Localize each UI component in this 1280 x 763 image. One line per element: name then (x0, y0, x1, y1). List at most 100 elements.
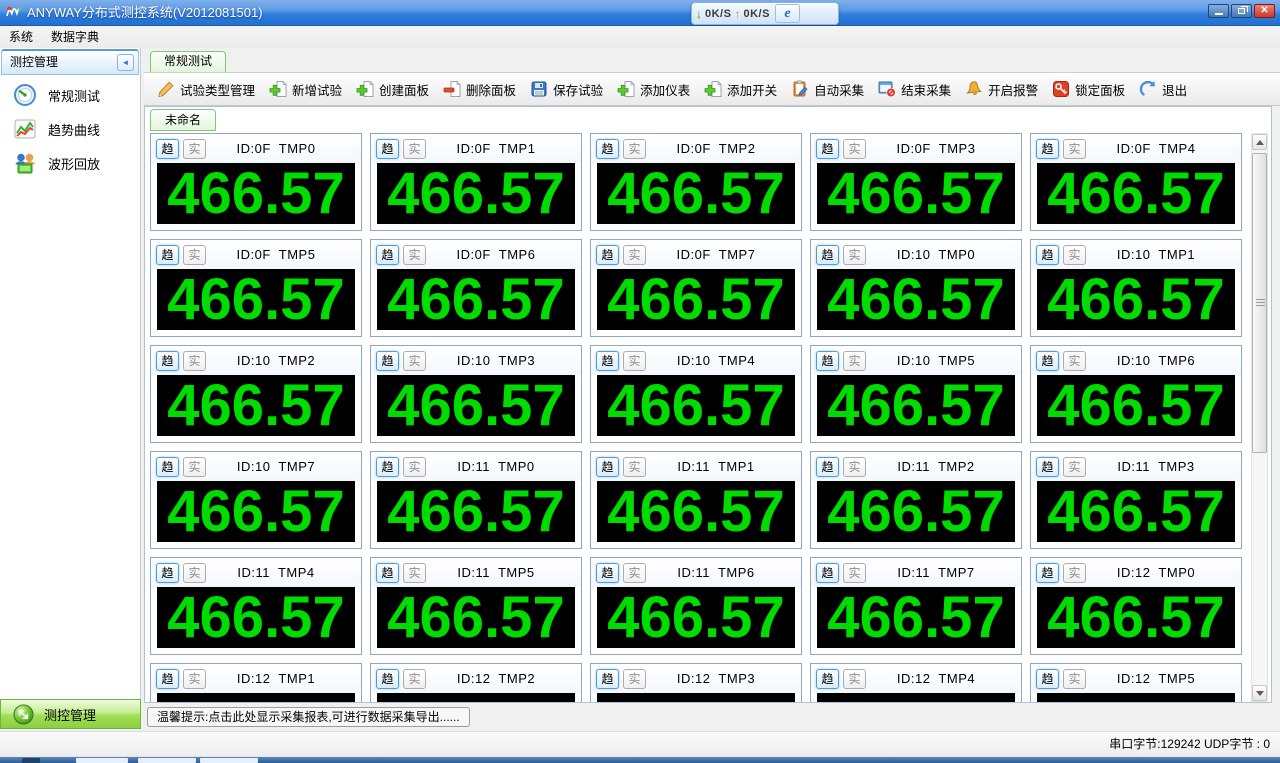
trend-button[interactable]: 趋 (816, 668, 839, 689)
realtime-button[interactable]: 实 (1063, 350, 1086, 371)
sidebar-bottom-button[interactable]: 测控管理 (0, 699, 141, 729)
trend-button[interactable]: 趋 (816, 138, 839, 159)
realtime-button[interactable]: 实 (183, 138, 206, 159)
trend-button[interactable]: 趋 (816, 244, 839, 265)
toolbar-delete-panel-button[interactable]: 删除面板 (436, 75, 522, 103)
trend-button[interactable]: 趋 (596, 668, 619, 689)
trend-button[interactable]: 趋 (816, 350, 839, 371)
meter-header: 趋实 ID:12 TMP3 (591, 664, 801, 693)
trend-button[interactable]: 趋 (816, 562, 839, 583)
menu-item-0[interactable]: 系统 (0, 26, 42, 48)
trend-button[interactable]: 趋 (376, 138, 399, 159)
restore-button[interactable] (1231, 4, 1252, 18)
minimize-button[interactable] (1208, 4, 1229, 18)
realtime-button[interactable]: 实 (403, 350, 426, 371)
realtime-button[interactable]: 实 (1063, 668, 1086, 689)
trend-button[interactable]: 趋 (1036, 244, 1059, 265)
toolbar-add-switch-button[interactable]: 添加开关 (697, 75, 783, 103)
sidebar-item-trend-curve[interactable]: 趋势曲线 (0, 112, 140, 146)
trend-button[interactable]: 趋 (156, 138, 179, 159)
trend-button[interactable]: 趋 (1036, 562, 1059, 583)
taskbar-item[interactable] (22, 758, 40, 763)
realtime-button[interactable]: 实 (183, 562, 206, 583)
trend-button[interactable]: 趋 (1036, 350, 1059, 371)
trend-button[interactable]: 趋 (156, 244, 179, 265)
trend-button[interactable]: 趋 (596, 350, 619, 371)
browser-icon[interactable]: e (774, 4, 800, 23)
tab-regular-test[interactable]: 常规测试 (150, 51, 227, 72)
realtime-button[interactable]: 实 (843, 562, 866, 583)
realtime-button[interactable]: 实 (183, 668, 206, 689)
sidebar-item-regular-test[interactable]: 常规测试 (0, 78, 140, 112)
realtime-button[interactable]: 实 (403, 138, 426, 159)
realtime-button[interactable]: 实 (1063, 138, 1086, 159)
realtime-button[interactable]: 实 (183, 244, 206, 265)
realtime-button[interactable]: 实 (403, 456, 426, 477)
vertical-scrollbar[interactable] (1251, 133, 1268, 702)
trend-button[interactable]: 趋 (816, 456, 839, 477)
taskbar-item[interactable] (200, 758, 258, 763)
toolbar-auto-collect-button[interactable]: 自动采集 (784, 75, 870, 103)
realtime-button[interactable]: 实 (623, 456, 646, 477)
realtime-button[interactable]: 实 (623, 244, 646, 265)
trend-button[interactable]: 趋 (376, 244, 399, 265)
realtime-button[interactable]: 实 (843, 668, 866, 689)
trend-button[interactable]: 趋 (1036, 138, 1059, 159)
trend-button[interactable]: 趋 (376, 350, 399, 371)
trend-button[interactable]: 趋 (376, 562, 399, 583)
realtime-button[interactable]: 实 (403, 562, 426, 583)
trend-button[interactable]: 趋 (1036, 456, 1059, 477)
scroll-up-button[interactable] (1252, 134, 1267, 150)
trend-button[interactable]: 趋 (596, 456, 619, 477)
network-speed-widget[interactable]: ↓ 0K/S ↑ 0K/S e (691, 2, 839, 25)
panel-tab-unnamed[interactable]: 未命名 (150, 109, 217, 131)
realtime-button[interactable]: 实 (843, 350, 866, 371)
realtime-button[interactable]: 实 (623, 138, 646, 159)
realtime-button[interactable]: 实 (183, 350, 206, 371)
close-button[interactable]: ✕ (1254, 4, 1275, 18)
realtime-button[interactable]: 实 (183, 456, 206, 477)
toolbar-add-meter-button[interactable]: 添加仪表 (610, 75, 696, 103)
toolbar-lock-panel-button[interactable]: 锁定面板 (1045, 75, 1131, 103)
meter-label: ID:0F TMP1 (456, 141, 536, 156)
toolbar-stop-collect-button[interactable]: 结束采集 (871, 75, 957, 103)
scroll-down-button[interactable] (1252, 685, 1267, 701)
trend-button[interactable]: 趋 (376, 456, 399, 477)
trend-button[interactable]: 趋 (156, 668, 179, 689)
menu-item-1[interactable]: 数据字典 (42, 26, 108, 48)
taskbar-item[interactable] (138, 758, 196, 763)
toolbar-save-test-button[interactable]: 保存试验 (523, 75, 609, 103)
trend-button[interactable]: 趋 (596, 562, 619, 583)
trend-button[interactable]: 趋 (596, 138, 619, 159)
realtime-button[interactable]: 实 (623, 350, 646, 371)
toolbar-enable-alarm-button[interactable]: 开启报警 (958, 75, 1044, 103)
taskbar-item[interactable] (76, 758, 128, 763)
realtime-button[interactable]: 实 (403, 244, 426, 265)
realtime-button[interactable]: 实 (403, 668, 426, 689)
trend-button[interactable]: 趋 (376, 668, 399, 689)
trend-button[interactable]: 趋 (1036, 668, 1059, 689)
trend-button[interactable]: 趋 (156, 350, 179, 371)
toolbar-exit-button[interactable]: 退出 (1132, 75, 1193, 103)
toolbar-new-test-button[interactable]: 新增试验 (262, 75, 348, 103)
toolbar-manage-test-type-button[interactable]: 试验类型管理 (150, 75, 261, 103)
sidebar-collapse-button[interactable]: ◄ (117, 54, 134, 71)
scrollbar-thumb[interactable] (1252, 153, 1267, 453)
report-hint-bar[interactable]: 温馨提示:点击此处显示采集报表,可进行数据采集导出...... (147, 707, 470, 727)
realtime-button[interactable]: 实 (1063, 562, 1086, 583)
realtime-button[interactable]: 实 (843, 456, 866, 477)
toolbar-create-panel-button[interactable]: 创建面板 (349, 75, 435, 103)
meter-card: 趋实 ID:0F TMP0 466.57 (150, 133, 362, 231)
realtime-button[interactable]: 实 (1063, 456, 1086, 477)
realtime-button[interactable]: 实 (843, 244, 866, 265)
realtime-button[interactable]: 实 (623, 562, 646, 583)
trend-button[interactable]: 趋 (596, 244, 619, 265)
sidebar-bottom-label: 测控管理 (44, 707, 97, 723)
meter-card: 趋实 ID:11 TMP2 466.57 (810, 451, 1022, 549)
realtime-button[interactable]: 实 (623, 668, 646, 689)
trend-button[interactable]: 趋 (156, 456, 179, 477)
realtime-button[interactable]: 实 (1063, 244, 1086, 265)
realtime-button[interactable]: 实 (843, 138, 866, 159)
sidebar-item-waveform-replay[interactable]: 波形回放 (0, 146, 140, 180)
trend-button[interactable]: 趋 (156, 562, 179, 583)
